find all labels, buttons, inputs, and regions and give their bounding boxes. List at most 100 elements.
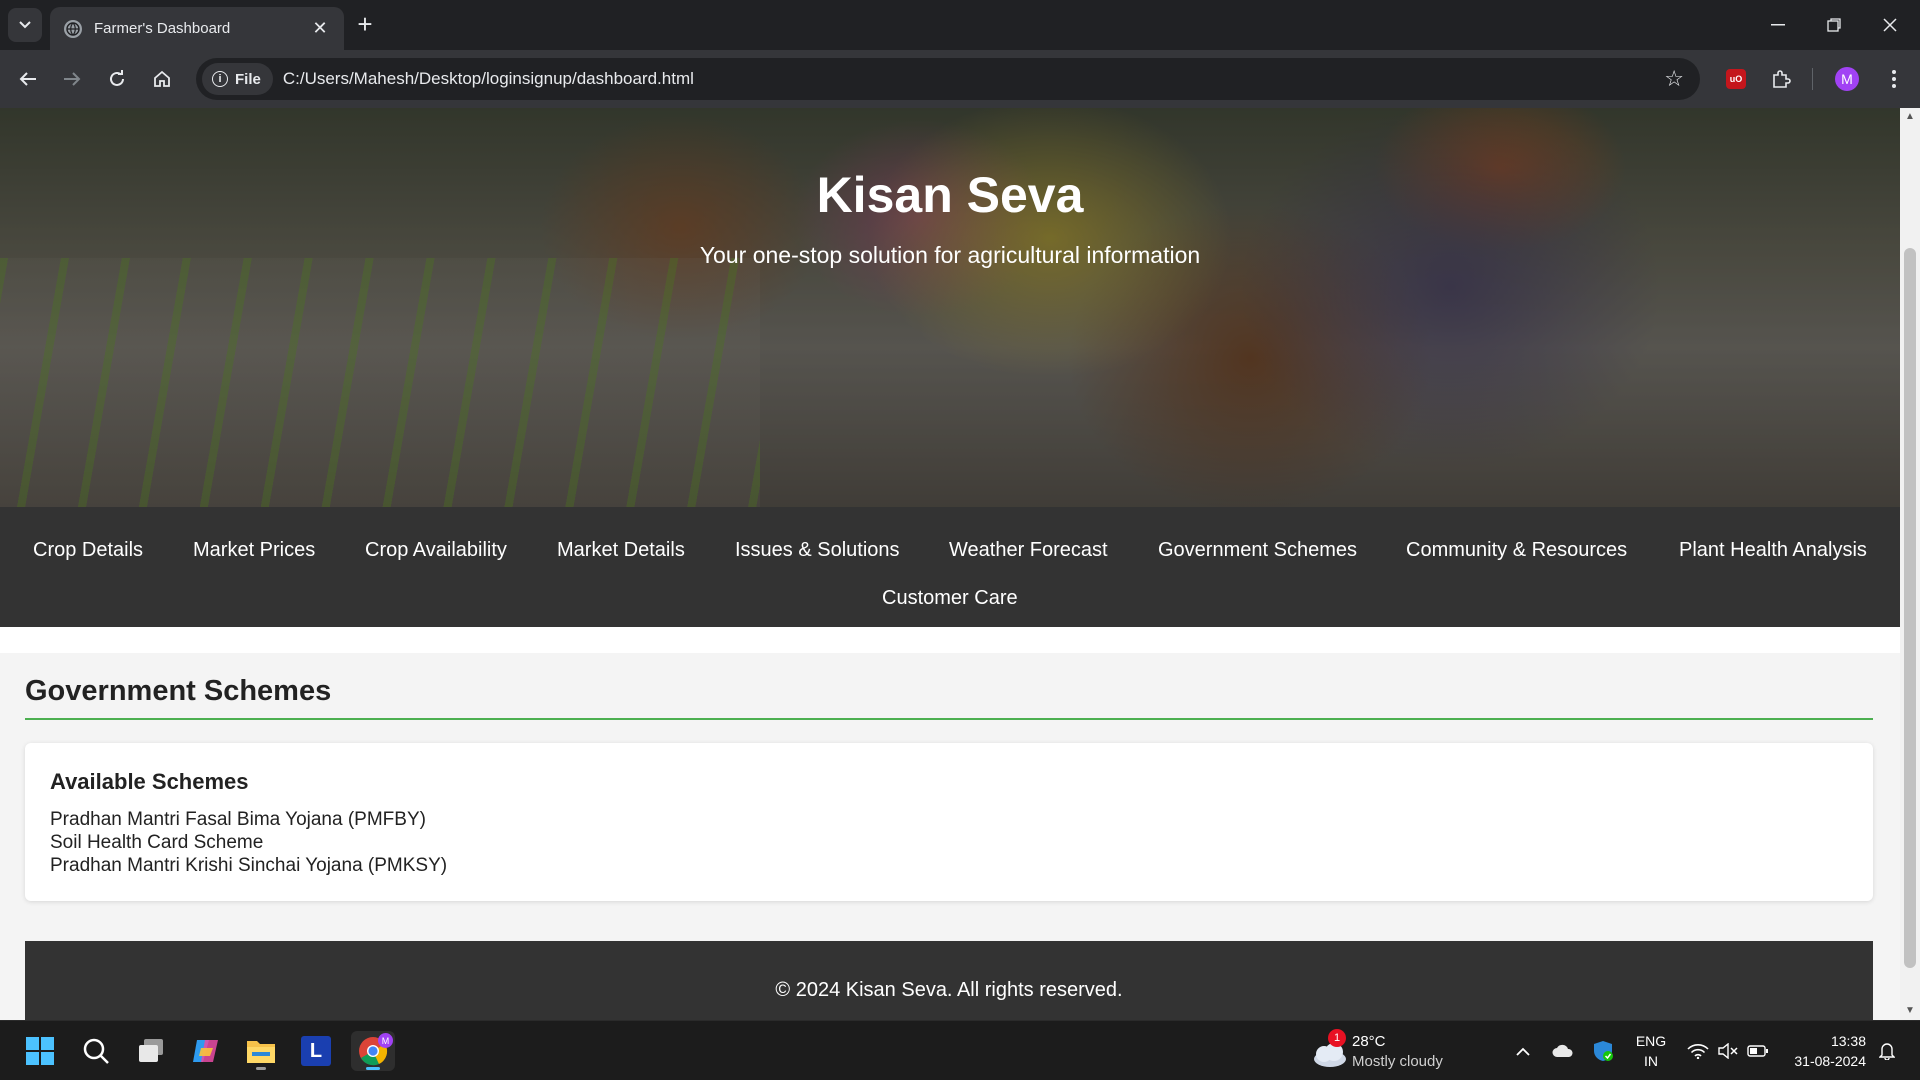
page-scrollbar[interactable]: ▲ ▼ xyxy=(1900,108,1920,1020)
nav-weather-forecast[interactable]: Weather Forecast xyxy=(949,539,1108,562)
page-footer: © 2024 Kisan Seva. All rights reserved. xyxy=(25,941,1873,1020)
volume-tray[interactable] xyxy=(1715,1031,1741,1071)
url-text[interactable]: C:/Users/Mahesh/Desktop/loginsignup/dash… xyxy=(283,69,694,89)
back-button[interactable] xyxy=(10,61,46,97)
nav-market-prices[interactable]: Market Prices xyxy=(193,539,315,562)
start-button[interactable] xyxy=(20,1031,60,1071)
chrome-profile-badge: M xyxy=(378,1033,393,1048)
security-tray[interactable] xyxy=(1590,1031,1616,1071)
site-tagline: Your one-stop solution for agricultural … xyxy=(699,242,1201,268)
page-viewport: Kisan Seva Your one-stop solution for ag… xyxy=(0,108,1900,1020)
profile-button[interactable]: M xyxy=(1829,61,1865,97)
extensions-button[interactable] xyxy=(1763,61,1799,97)
card-title: Available Schemes xyxy=(50,769,249,794)
copyright-text: © 2024 Kisan Seva. All rights reserved. xyxy=(775,979,1123,1001)
task-view-icon xyxy=(139,1039,163,1062)
chrome-taskbar-button[interactable]: M xyxy=(351,1031,395,1071)
ublock-icon: uO xyxy=(1726,69,1746,89)
reload-button[interactable] xyxy=(99,61,135,97)
globe-icon xyxy=(64,19,82,38)
nav-market-details[interactable]: Market Details xyxy=(557,539,685,562)
scroll-thumb[interactable] xyxy=(1904,248,1916,968)
bookmark-star-icon[interactable]: ☆ xyxy=(1664,66,1684,92)
bell-icon xyxy=(1879,1043,1895,1060)
battery-tray[interactable] xyxy=(1744,1031,1772,1071)
active-tab[interactable]: Farmer's Dashboard ✕ xyxy=(50,7,344,50)
arrow-left-icon xyxy=(19,72,36,86)
minimize-button[interactable] xyxy=(1750,0,1806,50)
puzzle-icon xyxy=(1773,70,1791,88)
nav-issues-solutions[interactable]: Issues & Solutions xyxy=(735,539,900,562)
language-indicator[interactable]: ENG IN xyxy=(1630,1031,1672,1071)
browser-tab-strip: Farmer's Dashboard ✕ + xyxy=(0,0,1920,50)
wifi-tray[interactable] xyxy=(1684,1031,1712,1071)
close-tab-icon[interactable]: ✕ xyxy=(310,18,330,39)
arrow-right-icon xyxy=(64,72,81,86)
folder-icon xyxy=(247,1041,275,1063)
close-icon xyxy=(1883,18,1897,32)
weather-alert-badge: 1 xyxy=(1328,1029,1346,1047)
running-indicator xyxy=(256,1067,266,1070)
weather-temperature: 28°C xyxy=(1352,1033,1386,1050)
task-view-button[interactable] xyxy=(131,1031,171,1071)
address-bar[interactable]: i File C:/Users/Mahesh/Desktop/loginsign… xyxy=(196,58,1700,100)
onedrive-cloud-icon xyxy=(1552,1044,1573,1057)
kebab-menu-icon xyxy=(1892,70,1896,88)
tab-search-button[interactable] xyxy=(8,8,42,42)
app-l-button[interactable]: L xyxy=(296,1031,336,1071)
tab-title: Farmer's Dashboard xyxy=(94,20,231,37)
site-info-chip[interactable]: i File xyxy=(202,63,273,95)
volume-muted-icon xyxy=(1718,1043,1738,1059)
browser-toolbar: i File C:/Users/Mahesh/Desktop/loginsign… xyxy=(0,50,1920,108)
site-title: Kisan Seva xyxy=(816,167,1084,223)
clock-time: 13:38 xyxy=(1830,1033,1866,1049)
weather-widget[interactable]: 1 28°C Mostly cloudy xyxy=(1310,1029,1460,1073)
restore-icon xyxy=(1827,18,1841,32)
wifi-icon xyxy=(1687,1044,1709,1059)
search-button[interactable] xyxy=(76,1031,116,1071)
nav-crop-availability[interactable]: Crop Availability xyxy=(365,539,507,562)
windows-taskbar: L M 1 28°C Mostly cloudy ENG IN 13:38 31… xyxy=(0,1020,1920,1080)
onedrive-tray[interactable] xyxy=(1550,1031,1576,1071)
nav-customer-care[interactable]: Customer Care xyxy=(882,587,1018,610)
nav-plant-health-analysis[interactable]: Plant Health Analysis xyxy=(1679,539,1867,562)
nav-community-resources[interactable]: Community & Resources xyxy=(1406,539,1627,562)
chevron-down-icon xyxy=(19,21,31,29)
new-tab-button[interactable]: + xyxy=(352,11,378,38)
battery-icon xyxy=(1747,1045,1768,1057)
avatar: M xyxy=(1835,67,1859,91)
close-window-button[interactable] xyxy=(1862,0,1918,50)
forward-button[interactable] xyxy=(54,61,90,97)
file-chip-label: File xyxy=(235,70,261,88)
scroll-up-arrow-icon[interactable]: ▲ xyxy=(1900,108,1920,126)
app-l-icon: L xyxy=(301,1036,331,1066)
main-nav: Crop Details Market Prices Crop Availabi… xyxy=(0,507,1900,627)
region-code: IN xyxy=(1644,1053,1658,1069)
show-hidden-icons-button[interactable] xyxy=(1512,1031,1534,1071)
system-clock[interactable]: 13:38 31-08-2024 xyxy=(1782,1031,1866,1071)
search-icon xyxy=(83,1038,109,1064)
list-item: Pradhan Mantri Fasal Bima Yojana (PMFBY) xyxy=(50,809,426,830)
notifications-button[interactable] xyxy=(1874,1031,1900,1071)
file-explorer-button[interactable] xyxy=(241,1031,281,1071)
shield-icon xyxy=(1594,1041,1613,1061)
reload-icon xyxy=(110,70,124,86)
minimize-icon xyxy=(1771,24,1785,26)
schemes-card: Available Schemes Pradhan Mantri Fasal B… xyxy=(25,743,1873,901)
section-divider xyxy=(25,718,1873,720)
copilot-button[interactable] xyxy=(186,1031,226,1071)
list-item: Pradhan Mantri Krishi Sinchai Yojana (PM… xyxy=(50,855,448,876)
copilot-icon xyxy=(193,1040,218,1062)
scroll-down-arrow-icon[interactable]: ▼ xyxy=(1900,1002,1920,1020)
nav-government-schemes[interactable]: Government Schemes xyxy=(1158,539,1357,562)
home-icon xyxy=(154,70,170,87)
active-indicator xyxy=(366,1067,380,1070)
list-item: Soil Health Card Scheme xyxy=(50,832,264,853)
windows-logo-icon xyxy=(26,1037,54,1065)
home-button[interactable] xyxy=(144,61,180,97)
menu-button[interactable] xyxy=(1876,61,1912,97)
restore-button[interactable] xyxy=(1806,0,1862,50)
section-title: Government Schemes xyxy=(25,675,332,707)
nav-crop-details[interactable]: Crop Details xyxy=(33,539,143,562)
ublock-extension-button[interactable]: uO xyxy=(1718,61,1754,97)
